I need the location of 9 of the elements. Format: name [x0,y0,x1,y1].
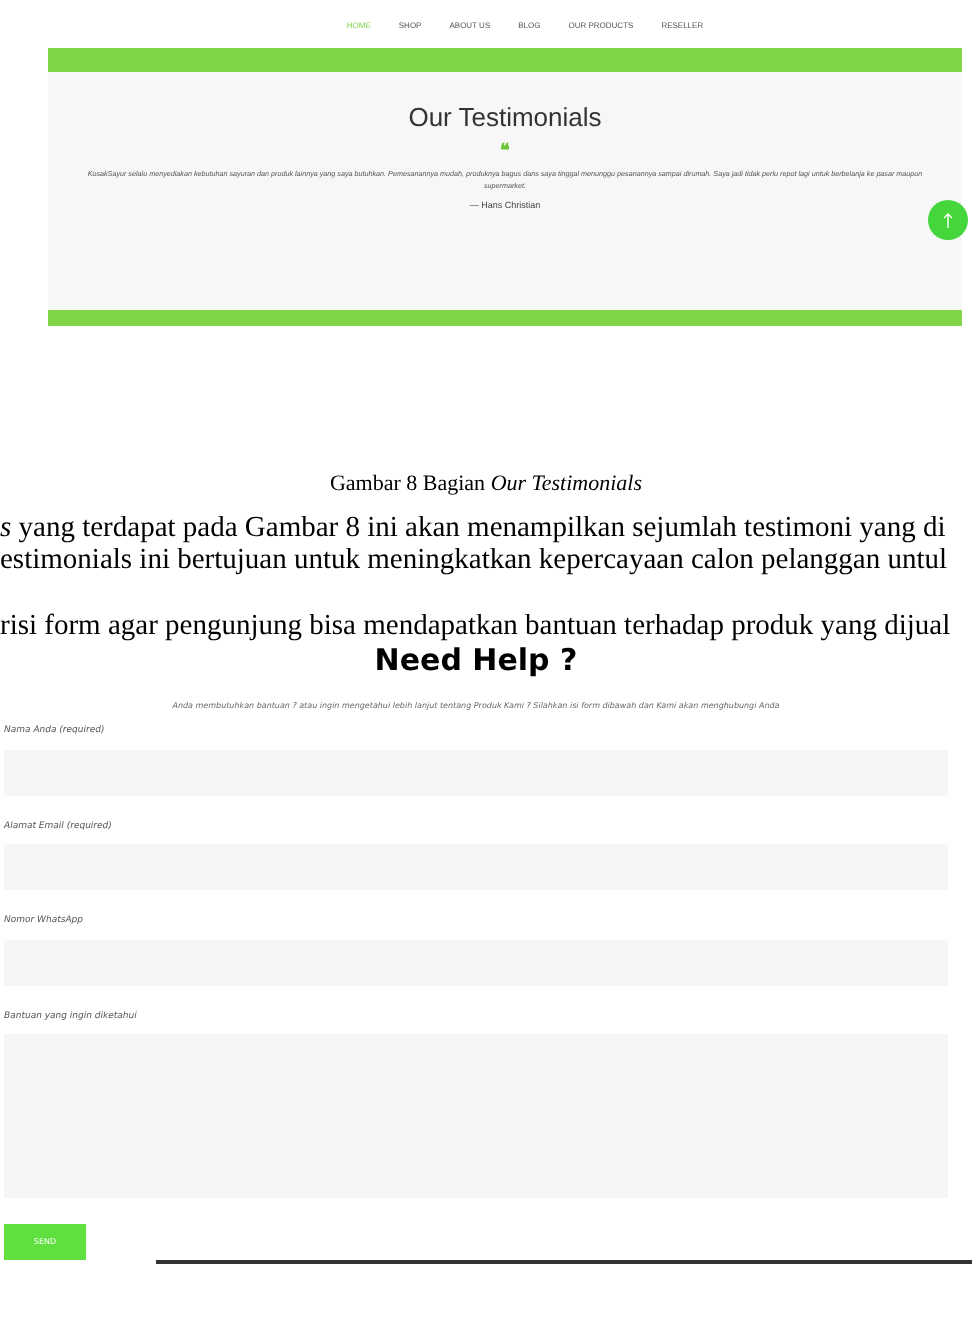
figure-caption: Gambar 8 Bagian Our Testimonials [327,474,645,496]
section-title: Our Testimonials [408,104,602,130]
form-title: Need Help ? [372,646,580,676]
quote-mark: ❝ [500,142,510,160]
body-text: risi form agar pengunjung bisa mendapatkan bantuan terhadap produk yang dijual [0,610,953,642]
body-text: estimonials ini bertujuan untuk meningkatkan kepercayaan calon pelanggan untul [0,544,950,576]
scroll-top-button[interactable] [928,200,968,240]
arrow-up-icon [942,212,954,228]
body-text: s yang terdapat pada Gambar 8 ini akan menampilkan sejumlah testimoni yang di [0,512,948,544]
